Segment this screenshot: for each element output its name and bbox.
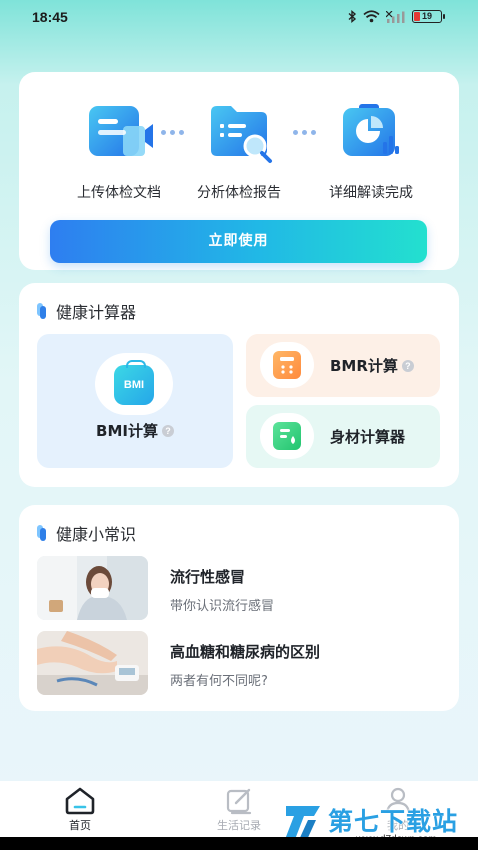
- bmi-icon-circle: BMI: [95, 353, 173, 415]
- upload-steps: 上传体检文档 分析体检报告 详细解读完成: [19, 102, 459, 202]
- article-item-flu[interactable]: 流行性感冒 带你认识流行感冒: [37, 556, 441, 622]
- health-calculator-card: 健康计算器 BMI BMI计算 ? BMR计算 ? 身材计算器: [19, 283, 459, 487]
- nav-item-life-record[interactable]: 生活记录: [199, 785, 279, 833]
- watermark-text: 第七下载站: [328, 807, 459, 836]
- bmr-calculator-tile[interactable]: BMR计算 ?: [246, 334, 440, 397]
- title-marker-icon: [37, 525, 46, 541]
- bmr-label: BMR计算 ?: [330, 355, 414, 376]
- battery-level: 19: [421, 11, 432, 21]
- wifi-icon: [363, 10, 380, 23]
- bmi-calculator-tile[interactable]: BMI BMI计算 ?: [37, 334, 233, 468]
- bmi-scale-icon: BMI: [114, 360, 154, 405]
- analyze-folder-icon: [203, 102, 275, 164]
- help-icon[interactable]: ?: [401, 359, 414, 372]
- bmi-label: BMI计算 ?: [96, 420, 174, 441]
- battery-icon: 19: [412, 10, 445, 23]
- upload-report-card: 上传体检文档 分析体检报告 详细解读完成 立即使用: [19, 72, 459, 270]
- status-icons: 19: [348, 10, 445, 23]
- article-subtitle: 带你认识流行感冒: [170, 599, 275, 614]
- bluetooth-icon: [348, 10, 357, 23]
- article-subtitle: 两者有何不同呢?: [170, 674, 268, 689]
- nav-item-home[interactable]: 首页: [40, 785, 120, 833]
- help-icon[interactable]: ?: [161, 424, 174, 437]
- section-title: 健康小常识: [37, 521, 136, 545]
- use-now-button[interactable]: 立即使用: [50, 220, 427, 263]
- article-title: 高血糖和糖尿病的区别: [170, 643, 321, 661]
- step-label: 上传体检文档: [77, 185, 161, 201]
- report-chart-icon: [335, 102, 407, 164]
- status-bar: 18:45 19: [0, 0, 478, 34]
- bmr-icon-circle: [260, 342, 314, 388]
- home-icon: [63, 785, 97, 815]
- body-calculator-tile[interactable]: 身材计算器: [246, 405, 440, 468]
- bmi-badge-text: BMI: [123, 379, 145, 391]
- nav-label: 生活记录: [217, 819, 261, 832]
- article-title: 流行性感冒: [170, 568, 246, 586]
- step-analyze-report: 分析体检报告: [179, 102, 299, 202]
- section-title-text: 健康计算器: [56, 303, 137, 322]
- article-item-blood-sugar[interactable]: 高血糖和糖尿病的区别 两者有何不同呢?: [37, 631, 441, 697]
- title-marker-icon: [37, 303, 46, 319]
- system-gesture-bar: [0, 837, 478, 850]
- section-title-text: 健康小常识: [56, 525, 137, 544]
- section-title: 健康计算器: [37, 299, 136, 323]
- signal-icon: [386, 10, 405, 23]
- bmi-label-text: BMI计算: [96, 422, 158, 440]
- step-report-complete: 详细解读完成: [311, 102, 431, 202]
- body-shape-icon: [273, 422, 301, 450]
- health-knowledge-card: 健康小常识 流行性感冒 带你认识流行感冒 高血糖和糖尿病的区别 两者有何不同呢?: [19, 505, 459, 711]
- step-upload-document: 上传体检文档: [59, 102, 179, 202]
- calculator-icon: [273, 351, 301, 379]
- body-calculator-label: 身材计算器: [330, 428, 406, 446]
- status-time: 18:45: [32, 9, 68, 25]
- step-label: 详细解读完成: [329, 185, 413, 201]
- body-icon-circle: [260, 413, 314, 459]
- edit-record-icon: [222, 785, 256, 815]
- nav-label: 首页: [69, 819, 91, 832]
- upload-document-icon: [83, 102, 155, 164]
- bmr-label-text: BMR计算: [330, 357, 398, 375]
- step-label: 分析体检报告: [197, 185, 281, 201]
- flu-article-thumbnail: [37, 556, 148, 620]
- blood-sugar-article-thumbnail: [37, 631, 148, 695]
